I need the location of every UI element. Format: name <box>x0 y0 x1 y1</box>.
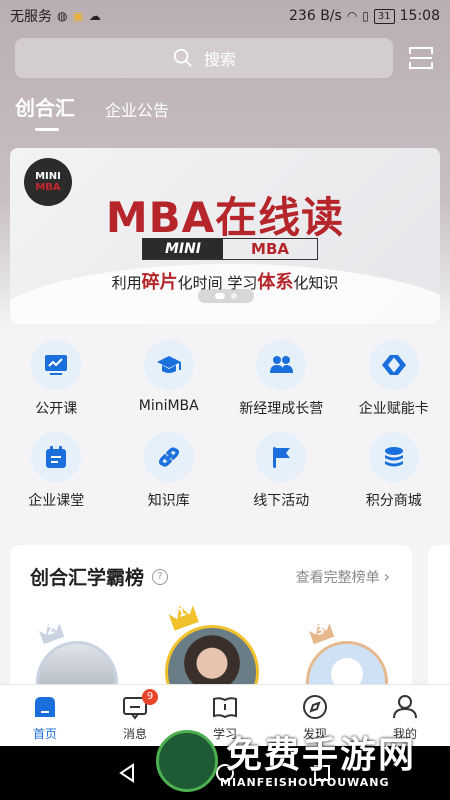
grid-label: MiniMBA <box>138 398 199 414</box>
carousel-dot <box>231 293 237 299</box>
leaderboard-card[interactable]: 创合汇学霸榜 ? 查看完整榜单 › 2 1 3 <box>10 545 412 723</box>
home-icon <box>35 697 55 717</box>
nav-profile[interactable]: 我的 <box>360 685 450 746</box>
grid-item-points-mall[interactable]: 积分商城 <box>338 432 450 510</box>
system-nav-bar <box>0 746 450 800</box>
notification-icon: ▣ <box>72 9 84 23</box>
help-icon[interactable]: ? <box>152 568 169 585</box>
grid-label: 新经理成长营 <box>239 401 324 417</box>
grid-label: 线下活动 <box>253 493 310 509</box>
crown-rank-2-icon: 2 <box>38 620 65 644</box>
nav-discover[interactable]: 发现 <box>270 685 360 746</box>
leaderboard-title: 创合汇学霸榜 ? <box>30 563 169 590</box>
carousel-indicator <box>198 289 254 303</box>
tab-chuanghehui[interactable]: 创合汇 <box>15 92 75 131</box>
cloud-icon: ☁ <box>88 9 101 23</box>
feature-grid: 公开课 MiniMBA 新经理成长营 企业赋能卡 企业课堂 知识库 线下活动 积… <box>0 340 450 510</box>
crown-rank-3-icon: 3 <box>308 620 335 644</box>
graduation-cap-icon <box>156 356 181 373</box>
nav-study[interactable]: 学习 <box>180 685 270 746</box>
user-icon <box>393 695 417 719</box>
search-input[interactable]: 搜索 <box>15 38 393 78</box>
promo-banner[interactable]: MINI MBA MBA在线读 MINI MBA 利用碎片化时间 学习体系化知识 <box>10 148 440 324</box>
grid-item-enablement-card[interactable]: 企业赋能卡 <box>338 340 450 418</box>
globe-icon: ◍ <box>57 9 68 23</box>
home-circle-icon[interactable] <box>214 762 236 784</box>
bottom-nav: 首页 9 消息 学习 发现 我的 <box>0 684 450 746</box>
nav-messages[interactable]: 9 消息 <box>90 685 180 746</box>
search-placeholder: 搜索 <box>203 50 236 69</box>
next-card-peek <box>428 545 450 705</box>
crown-rank-1-icon: 1 <box>167 601 199 631</box>
clock: 15:08 <box>399 8 440 24</box>
mini-mba-bar: MINI MBA <box>142 238 318 260</box>
grid-label: 积分商城 <box>365 493 422 509</box>
scan-icon[interactable] <box>407 44 435 72</box>
grid-item-minimba[interactable]: MiniMBA <box>113 340 226 418</box>
link-icon <box>158 447 179 467</box>
status-bar: 无服务 ◍ ▣ ☁ 236 B/s ◠ ▯ 31 15:08 <box>0 0 450 32</box>
tab-company-announcements[interactable]: 企业公告 <box>105 97 169 121</box>
carrier-label: 无服务 <box>10 9 52 25</box>
wifi-icon: ◠ <box>346 9 358 23</box>
grid-item-enterprise-class[interactable]: 企业课堂 <box>0 432 113 510</box>
back-icon[interactable] <box>117 762 139 784</box>
grid-label: 知识库 <box>147 493 190 509</box>
network-speed: 236 B/s <box>289 8 342 24</box>
search-row: 搜索 <box>15 38 435 78</box>
grid-item-new-manager-camp[interactable]: 新经理成长营 <box>225 340 338 418</box>
banner-title: MBA在线读 <box>105 193 345 242</box>
grid-label: 企业赋能卡 <box>358 401 429 417</box>
grid-label: 公开课 <box>35 401 78 417</box>
carousel-dot-active <box>215 293 225 299</box>
top-tabs: 创合汇 企业公告 <box>15 92 169 131</box>
grid-label: 企业课堂 <box>28 493 85 509</box>
users-icon <box>270 356 294 373</box>
book-icon <box>213 697 237 719</box>
search-icon <box>173 48 192 67</box>
sim-icon: ▯ <box>362 9 369 23</box>
chevron-right-icon: › <box>383 567 390 586</box>
unread-badge: 9 <box>142 689 158 705</box>
view-full-leaderboard-link[interactable]: 查看完整榜单 › <box>296 567 390 587</box>
grid-item-offline-events[interactable]: 线下活动 <box>225 432 338 510</box>
coins-icon <box>384 447 403 467</box>
grid-item-public-course[interactable]: 公开课 <box>0 340 113 418</box>
recents-icon[interactable] <box>311 762 333 784</box>
cards-icon <box>381 355 406 375</box>
nav-home[interactable]: 首页 <box>0 685 90 746</box>
flag-icon <box>273 447 291 468</box>
battery-icon: 31 <box>373 8 395 24</box>
compass-icon <box>303 695 327 719</box>
grid-item-knowledge-base[interactable]: 知识库 <box>113 432 226 510</box>
calendar-icon <box>46 446 67 468</box>
chart-screen-icon <box>45 355 68 375</box>
